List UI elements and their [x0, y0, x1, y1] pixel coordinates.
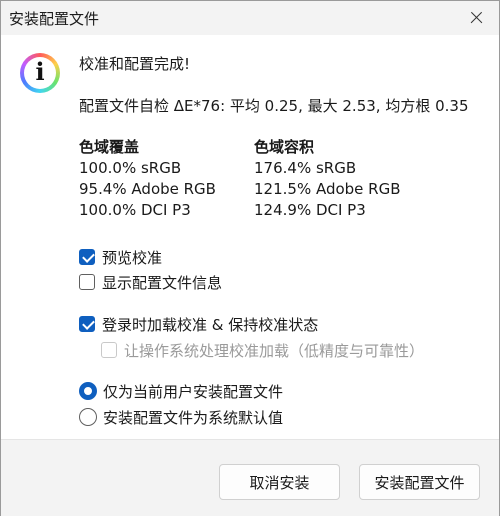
gamut-volume-block: 色域容积 176.4% sRGB 121.5% Adobe RGB 124.9%… — [254, 137, 401, 221]
button-bar: 取消安装 安装配置文件 — [1, 439, 499, 516]
install-system-default-radio[interactable]: 安装配置文件为系统默认值 — [79, 406, 283, 428]
delta-e-summary: 配置文件自检 ΔE*76: 平均 0.25, 最大 2.53, 均方根 0.35 — [79, 97, 469, 115]
gamut-coverage-block: 色域覆盖 100.0% sRGB 95.4% Adobe RGB 100.0% … — [79, 137, 216, 221]
load-on-login-checkbox[interactable]: 登录时加载校准 & 保持校准状态 — [79, 313, 318, 335]
install-profile-dialog: 安装配置文件 i 校准和配置完成! 配置文件自检 ΔE*76: 平均 0.25,… — [0, 0, 500, 516]
show-profile-info-label: 显示配置文件信息 — [102, 273, 223, 292]
cancel-install-button[interactable]: 取消安装 — [219, 464, 340, 500]
show-profile-info-checkbox[interactable]: 显示配置文件信息 — [79, 271, 222, 293]
gamut-volume-srgb: 176.4% sRGB — [254, 159, 357, 177]
gamut-volume-heading: 色域容积 — [254, 138, 315, 156]
load-on-login-label: 登录时加载校准 & 保持校准状态 — [102, 315, 319, 334]
install-profile-button[interactable]: 安装配置文件 — [359, 464, 480, 500]
info-icon: i — [20, 53, 60, 93]
checkbox-checked-icon[interactable] — [79, 249, 95, 265]
checkbox-checked-icon[interactable] — [79, 316, 95, 332]
checkbox-disabled-icon — [101, 342, 117, 358]
window-title: 安装配置文件 — [9, 10, 100, 28]
gamut-volume-adobe-rgb: 121.5% Adobe RGB — [254, 180, 401, 198]
dialog-content: i 校准和配置完成! 配置文件自检 ΔE*76: 平均 0.25, 最大 2.5… — [1, 35, 499, 439]
headline: 校准和配置完成! — [79, 55, 191, 73]
title-bar: 安装配置文件 — [1, 1, 499, 35]
install-current-user-label: 仅为当前用户安装配置文件 — [103, 382, 284, 401]
gamut-coverage-heading: 色域覆盖 — [79, 138, 140, 156]
gamut-coverage-dci-p3: 100.0% DCI P3 — [79, 201, 191, 219]
os-handles-loading-label: 让操作系统处理校准加载（低精度与可靠性） — [124, 341, 425, 360]
radio-selected-icon[interactable] — [79, 382, 97, 400]
install-current-user-radio[interactable]: 仅为当前用户安装配置文件 — [79, 380, 283, 402]
preview-calibration-label: 预览校准 — [102, 248, 163, 267]
gamut-volume-dci-p3: 124.9% DCI P3 — [254, 201, 366, 219]
os-handles-loading-checkbox: 让操作系统处理校准加载（低精度与可靠性） — [101, 339, 424, 361]
checkbox-unchecked-icon[interactable] — [79, 274, 95, 290]
radio-unselected-icon[interactable] — [79, 408, 97, 426]
preview-calibration-checkbox[interactable]: 预览校准 — [79, 246, 162, 268]
gamut-coverage-srgb: 100.0% sRGB — [79, 159, 182, 177]
gamut-coverage-adobe-rgb: 95.4% Adobe RGB — [79, 180, 216, 198]
install-system-default-label: 安装配置文件为系统默认值 — [103, 408, 284, 427]
close-icon[interactable] — [453, 1, 499, 35]
